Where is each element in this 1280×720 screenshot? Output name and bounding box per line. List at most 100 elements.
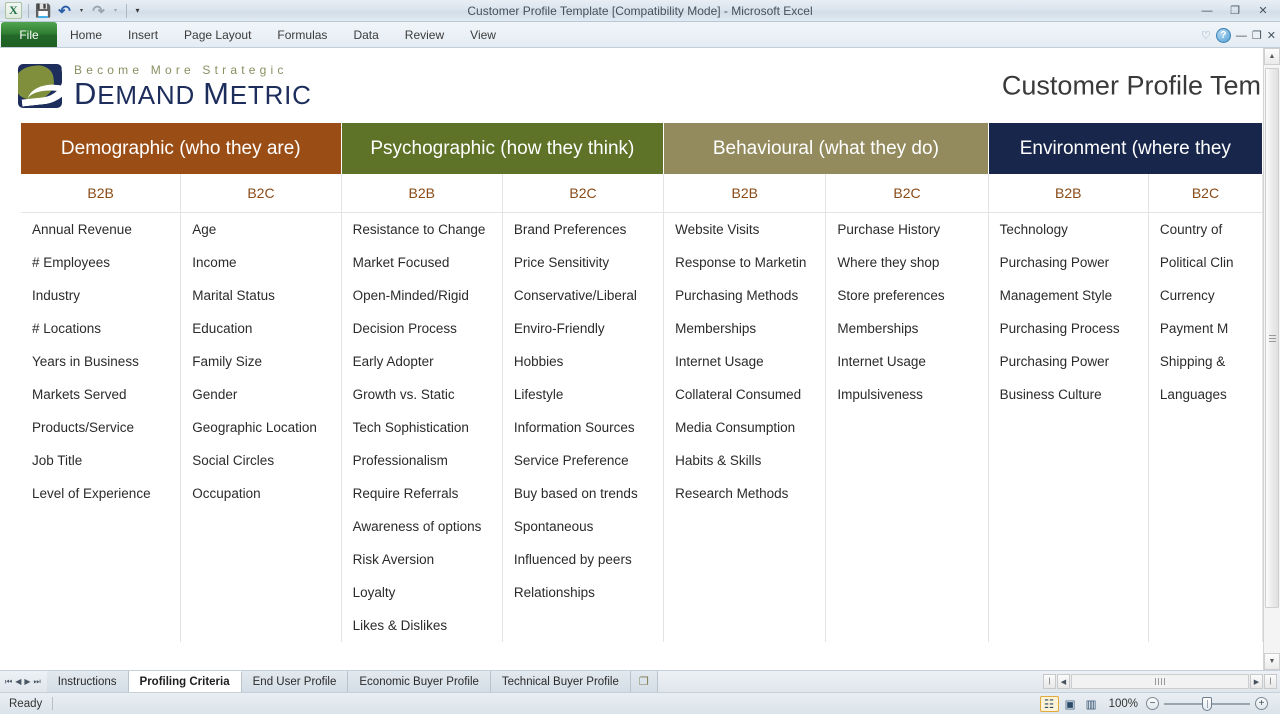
tab-view[interactable]: View [457,22,509,47]
criteria-cell[interactable]: Shipping & [1149,345,1262,378]
quick-access-toolbar[interactable]: X 💾 ↶ ▾ ↷ ▾ ▾ [0,0,143,22]
criteria-cell[interactable]: Age [181,213,340,246]
criteria-cell[interactable]: Annual Revenue [21,213,180,246]
criteria-cell[interactable]: Family Size [181,345,340,378]
criteria-cell[interactable]: Awareness of options [342,510,502,543]
hscroll-left-button[interactable]: ◀ [1057,674,1070,689]
sheet-tab-technical-buyer-profile[interactable]: Technical Buyer Profile [490,671,631,692]
criteria-cell[interactable]: Market Focused [342,246,502,279]
criteria-cell[interactable]: Enviro-Friendly [503,312,663,345]
criteria-cell[interactable]: Likes & Dislikes [342,609,502,642]
tab-data[interactable]: Data [340,22,391,47]
scroll-down-button[interactable]: ▼ [1264,653,1280,670]
close-button[interactable]: ✕ [1250,3,1276,19]
criteria-cell[interactable]: Influenced by peers [503,543,663,576]
criteria-cell[interactable]: Markets Served [21,378,180,411]
criteria-cell[interactable]: Impulsiveness [826,378,987,411]
criteria-cell[interactable]: Languages [1149,378,1262,411]
criteria-cell[interactable]: Information Sources [503,411,663,444]
zoom-slider-track[interactable] [1164,696,1250,711]
normal-view-button[interactable]: ☷ [1039,695,1059,712]
criteria-cell[interactable]: Business Culture [989,378,1148,411]
criteria-cell[interactable]: # Employees [21,246,180,279]
minimize-button[interactable]: — [1194,3,1220,19]
criteria-cell[interactable]: Require Referrals [342,477,502,510]
sheet-tab-instructions[interactable]: Instructions [46,671,129,692]
criteria-cell[interactable]: Social Circles [181,444,340,477]
sheet-tab-profiling-criteria[interactable]: Profiling Criteria [128,671,242,692]
tab-insert[interactable]: Insert [115,22,171,47]
view-mode-buttons[interactable]: ☷ ▣ ▥ [1039,695,1109,712]
tab-page-layout[interactable]: Page Layout [171,22,264,47]
criteria-cell[interactable]: Job Title [21,444,180,477]
close-workbook-button[interactable]: ✕ [1267,29,1276,42]
criteria-cell[interactable]: Growth vs. Static [342,378,502,411]
criteria-cell[interactable]: Income [181,246,340,279]
criteria-cell[interactable]: Payment M [1149,312,1262,345]
vertical-scrollbar[interactable]: ▲ ▼ [1263,48,1280,670]
criteria-cell[interactable]: Risk Aversion [342,543,502,576]
excel-app-icon[interactable]: X [4,1,23,20]
criteria-cell[interactable]: Purchase History [826,213,987,246]
criteria-cell[interactable]: Price Sensitivity [503,246,663,279]
save-icon[interactable]: 💾 [34,1,53,20]
criteria-cell[interactable]: Tech Sophistication [342,411,502,444]
criteria-cell[interactable]: Internet Usage [664,345,825,378]
restore-window-button[interactable]: ❐ [1252,29,1262,42]
criteria-cell[interactable]: Habits & Skills [664,444,825,477]
criteria-cell[interactable]: # Locations [21,312,180,345]
zoom-in-button[interactable]: + [1255,697,1268,710]
criteria-cell[interactable]: Research Methods [664,477,825,510]
undo-icon[interactable]: ↶ [55,1,74,20]
criteria-cell[interactable]: Service Preference [503,444,663,477]
ribbon-options-icon[interactable]: ♡ [1201,29,1211,42]
sheet-tab-economic-buyer-profile[interactable]: Economic Buyer Profile [348,671,491,692]
criteria-cell[interactable]: Education [181,312,340,345]
criteria-cell[interactable]: Website Visits [664,213,825,246]
zoom-out-button[interactable]: − [1146,697,1159,710]
undo-dropdown-icon[interactable]: ▾ [76,1,87,20]
last-sheet-button[interactable]: ⏭ [34,677,41,687]
zoom-slider[interactable]: − + [1146,696,1280,711]
zoom-slider-thumb[interactable] [1202,696,1212,711]
criteria-cell[interactable]: Political Clin [1149,246,1262,279]
criteria-cell[interactable]: Internet Usage [826,345,987,378]
prev-sheet-button[interactable]: ◀ [15,677,21,686]
tab-file[interactable]: File [1,22,57,47]
criteria-cell[interactable]: Spontaneous [503,510,663,543]
criteria-cell[interactable]: Lifestyle [503,378,663,411]
criteria-cell[interactable]: Media Consumption [664,411,825,444]
worksheet-canvas[interactable]: Become More Strategic DEMAND METRIC Cust… [0,48,1263,670]
tab-home[interactable]: Home [57,22,115,47]
help-icon[interactable]: ? [1215,28,1231,43]
criteria-cell[interactable]: Purchasing Power [989,345,1148,378]
restore-button[interactable]: ❐ [1222,3,1248,19]
criteria-cell[interactable]: Purchasing Methods [664,279,825,312]
sheet-tab-end-user-profile[interactable]: End User Profile [241,671,349,692]
zoom-level-label[interactable]: 100% [1109,698,1146,710]
sheet-nav-buttons[interactable]: ⏮ ◀ ▶ ⏭ [0,671,47,692]
criteria-cell[interactable]: Marital Status [181,279,340,312]
page-layout-view-button[interactable]: ▣ [1061,696,1080,712]
criteria-cell[interactable]: Decision Process [342,312,502,345]
criteria-cell[interactable]: Relationships [503,576,663,609]
tab-review[interactable]: Review [392,22,457,47]
next-sheet-button[interactable]: ▶ [24,677,30,686]
window-controls[interactable]: — ❐ ✕ [1194,3,1276,19]
criteria-cell[interactable]: Level of Experience [21,477,180,510]
criteria-cell[interactable]: Country of [1149,213,1262,246]
hscroll-split-handle[interactable]: | [1043,674,1056,689]
minimize-ribbon-button[interactable]: — [1236,30,1247,42]
hscroll-end-handle[interactable]: | [1264,674,1277,689]
criteria-cell[interactable]: Purchasing Power [989,246,1148,279]
criteria-cell[interactable]: Conservative/Liberal [503,279,663,312]
criteria-cell[interactable]: Hobbies [503,345,663,378]
customize-qat-icon[interactable]: ▾ [132,1,143,20]
hscroll-right-button[interactable]: ▶ [1250,674,1263,689]
criteria-cell[interactable]: Memberships [664,312,825,345]
criteria-cell[interactable]: Open-Minded/Rigid [342,279,502,312]
first-sheet-button[interactable]: ⏮ [5,677,12,687]
criteria-cell[interactable]: Industry [21,279,180,312]
scroll-up-button[interactable]: ▲ [1264,48,1280,65]
criteria-cell[interactable]: Loyalty [342,576,502,609]
